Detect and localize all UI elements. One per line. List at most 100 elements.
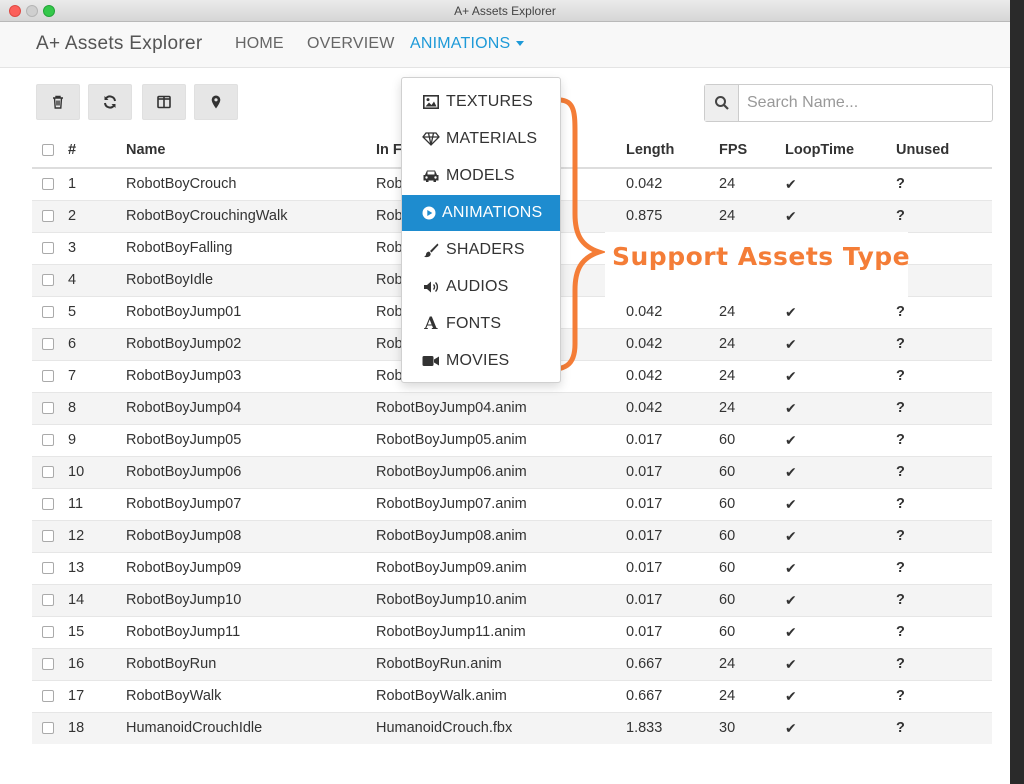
cell-looptime: ✔ — [779, 199, 890, 232]
table-row[interactable]: 8 RobotBoyJump04 RobotBoyJump04.anim 0.042 2… — [32, 391, 992, 424]
cell-looptime: ✔ — [779, 615, 890, 648]
map-marker-icon — [211, 95, 221, 109]
nav-home[interactable]: HOME — [235, 35, 284, 53]
locate-button[interactable] — [194, 84, 238, 120]
row-checkbox[interactable] — [42, 402, 54, 415]
cell-looptime: ✔ — [779, 295, 890, 328]
cell-in-file: RobotBoyJump11.anim — [370, 615, 620, 648]
image-icon — [422, 93, 440, 111]
dropdown-label: TEXTURES — [446, 93, 533, 110]
cell-index: 18 — [62, 711, 120, 744]
table-row[interactable]: 12 RobotBoyJump08 RobotBoyJump08.anim 0.017… — [32, 519, 992, 552]
brand-title[interactable]: A+ Assets Explorer — [36, 33, 202, 55]
cell-length: 0.042 — [620, 295, 713, 328]
select-all-checkbox[interactable] — [42, 143, 54, 156]
cell-unused: ? — [890, 647, 992, 680]
row-checkbox[interactable] — [42, 178, 54, 191]
row-checkbox[interactable] — [42, 370, 54, 383]
cell-in-file: RobotBoyRun.anim — [370, 647, 620, 680]
row-checkbox[interactable] — [42, 498, 54, 511]
cell-fps: 60 — [713, 519, 779, 552]
refresh-button[interactable] — [88, 84, 132, 120]
trash-icon — [53, 95, 63, 109]
table-row[interactable]: 16 RobotBoyRun RobotBoyRun.anim 0.667 24 ✔? — [32, 647, 992, 680]
table-row[interactable]: 10 RobotBoyJump06 RobotBoyJump06.anim 0.017… — [32, 455, 992, 488]
cell-unused: ? — [890, 583, 992, 616]
cell-in-file: RobotBoyJump08.anim — [370, 519, 620, 552]
cell-in-file: RobotBoyJump04.anim — [370, 391, 620, 424]
col-header-index[interactable]: # — [62, 132, 120, 169]
col-header-looptime[interactable]: LoopTime — [779, 132, 890, 169]
row-checkbox[interactable] — [42, 690, 54, 703]
cell-in-file: RobotBoyJump06.anim — [370, 455, 620, 488]
col-header-unused[interactable]: Unused — [890, 132, 992, 169]
cell-fps: 24 — [713, 167, 779, 200]
col-header-fps[interactable]: FPS — [713, 132, 779, 169]
dropdown-item-models[interactable]: MODELS — [402, 158, 560, 194]
row-checkbox[interactable] — [42, 626, 54, 639]
nav-overview[interactable]: OVERVIEW — [307, 35, 395, 53]
row-checkbox[interactable] — [42, 530, 54, 543]
cell-length: 0.017 — [620, 423, 713, 456]
row-checkbox[interactable] — [42, 434, 54, 447]
dropdown-item-animations[interactable]: ANIMATIONS — [402, 195, 560, 231]
table-row[interactable]: 15 RobotBoyJump11 RobotBoyJump11.anim 0.017… — [32, 615, 992, 648]
dropdown-item-movies[interactable]: MOVIES — [402, 343, 560, 379]
cell-index: 5 — [62, 295, 120, 328]
row-checkbox[interactable] — [42, 722, 54, 735]
row-checkbox[interactable] — [42, 306, 54, 319]
row-checkbox[interactable] — [42, 562, 54, 575]
table-row[interactable]: 13 RobotBoyJump09 RobotBoyJump09.anim 0.017… — [32, 551, 992, 584]
table-row[interactable]: 18 HumanoidCrouchIdle HumanoidCrouch.fbx 1.… — [32, 711, 992, 744]
nav-animations-dropdown[interactable]: ANIMATIONS — [410, 35, 525, 53]
caret-down-icon — [516, 41, 525, 47]
cell-name: RobotBoyIdle — [120, 263, 370, 296]
dropdown-label: MOVIES — [446, 352, 510, 369]
cell-length: 0.017 — [620, 551, 713, 584]
table-row[interactable]: 14 RobotBoyJump10 RobotBoyJump10.anim 0.017… — [32, 583, 992, 616]
row-checkbox[interactable] — [42, 242, 54, 255]
dropdown-item-audios[interactable]: AUDIOS — [402, 269, 560, 305]
cell-fps: 30 — [713, 711, 779, 744]
table-row[interactable]: 11 RobotBoyJump07 RobotBoyJump07.anim 0.017… — [32, 487, 992, 520]
cell-in-file: RobotBoyJump09.anim — [370, 551, 620, 584]
cell-index: 11 — [62, 487, 120, 520]
cell-unused: ? — [890, 167, 992, 200]
cell-index: 17 — [62, 679, 120, 712]
dropdown-item-textures[interactable]: TEXTURES — [402, 84, 560, 120]
dropdown-item-materials[interactable]: MATERIALS — [402, 121, 560, 157]
cell-length: 0.875 — [620, 199, 713, 232]
delete-button[interactable] — [36, 84, 80, 120]
row-checkbox[interactable] — [42, 274, 54, 287]
cell-in-file: RobotBoyWalk.anim — [370, 679, 620, 712]
col-header-name[interactable]: Name — [120, 132, 370, 169]
cell-fps: 24 — [713, 647, 779, 680]
cell-unused: ? — [890, 615, 992, 648]
cell-fps: 24 — [713, 679, 779, 712]
cell-name: RobotBoyCrouch — [120, 167, 370, 200]
cell-name: HumanoidCrouchIdle — [120, 711, 370, 744]
row-checkbox[interactable] — [42, 210, 54, 223]
row-checkbox[interactable] — [42, 338, 54, 351]
dropdown-item-shaders[interactable]: SHADERS — [402, 232, 560, 268]
cell-looptime: ✔ — [779, 519, 890, 552]
col-header-length[interactable]: Length — [620, 132, 713, 169]
cell-fps: 60 — [713, 615, 779, 648]
search-input[interactable] — [739, 85, 992, 121]
row-checkbox[interactable] — [42, 658, 54, 671]
table-row[interactable]: 9 RobotBoyJump05 RobotBoyJump05.anim 0.017 6… — [32, 423, 992, 456]
cell-fps: 24 — [713, 359, 779, 392]
row-checkbox[interactable] — [42, 466, 54, 479]
cell-length: 0.667 — [620, 679, 713, 712]
dropdown-item-fonts[interactable]: A FONTS — [402, 306, 560, 342]
cell-name: RobotBoyFalling — [120, 231, 370, 264]
asset-type-dropdown: TEXTURES MATERIALS MODELS ANIMATIONS SHA… — [401, 77, 561, 383]
cell-unused: ? — [890, 679, 992, 712]
columns-button[interactable] — [142, 84, 186, 120]
table-row[interactable]: 17 RobotBoyWalk RobotBoyWalk.anim 0.667 24 ✔? — [32, 679, 992, 712]
cell-fps: 24 — [713, 295, 779, 328]
cell-name: RobotBoyJump03 — [120, 359, 370, 392]
title-bar: A+ Assets Explorer — [0, 0, 1010, 22]
cell-name: RobotBoyRun — [120, 647, 370, 680]
row-checkbox[interactable] — [42, 594, 54, 607]
